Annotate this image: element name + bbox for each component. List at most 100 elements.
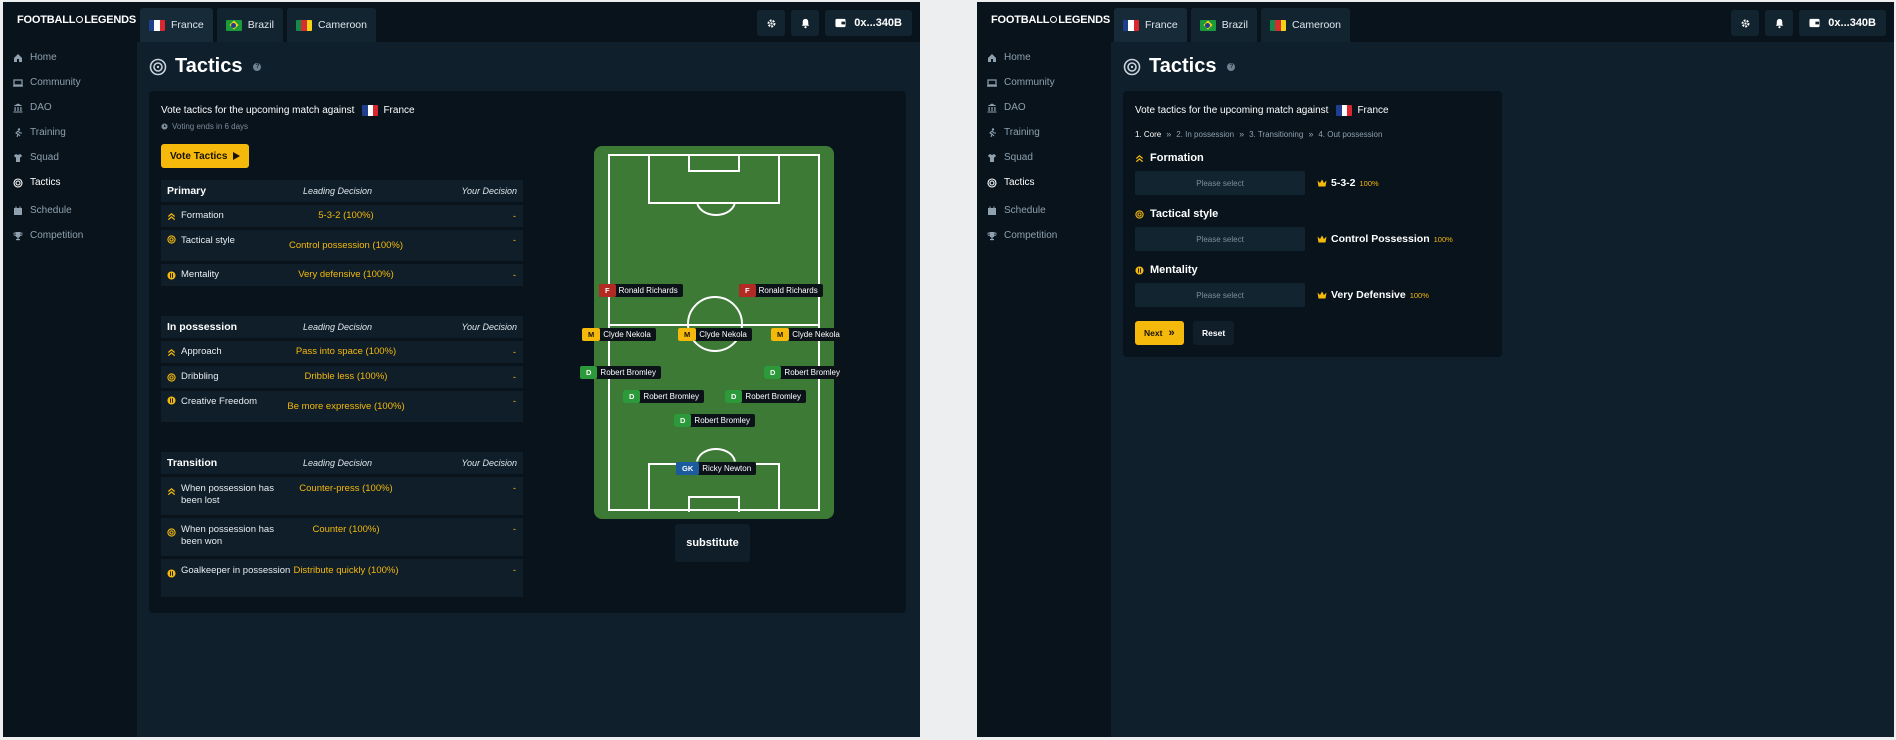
- sidebar: Home Community DAO Training Squad Tactic…: [977, 42, 1111, 737]
- section-transition: Transition Leading Decision Your Decision …: [161, 452, 523, 600]
- bank-icon: [13, 103, 23, 112]
- player-defender[interactable]: D Robert Bromley: [580, 366, 661, 379]
- chevrons-right-icon: »: [1168, 327, 1175, 339]
- wallet-button[interactable]: 0x...340B: [825, 10, 912, 36]
- sidebar-item-competition[interactable]: Competition: [977, 223, 1111, 248]
- chevrons-up-icon: [167, 212, 176, 220]
- tactical-style-select[interactable]: Please select: [1135, 227, 1305, 251]
- logo[interactable]: FOOTBALL LEGENDS: [17, 14, 136, 26]
- sidebar-item-schedule[interactable]: Schedule: [3, 198, 137, 223]
- logo[interactable]: FOOTBALL LEGENDS: [991, 14, 1110, 26]
- home-icon: [14, 53, 22, 62]
- sidebar-item-squad[interactable]: Squad: [3, 145, 137, 170]
- next-button[interactable]: Next»: [1135, 321, 1184, 345]
- sidebar-item-community[interactable]: Community: [3, 70, 137, 95]
- table-row[interactable]: Approach Pass into space (100%) -: [161, 341, 523, 363]
- sidebar-item-home[interactable]: Home: [977, 45, 1111, 70]
- table-row[interactable]: Goalkeeper in possession Distribute quic…: [161, 559, 523, 597]
- run-icon: [989, 127, 996, 137]
- vote-wizard-panel: Vote tactics for the upcoming match agai…: [1123, 91, 1502, 357]
- table-row[interactable]: Formation 5-3-2 (100%) -: [161, 205, 523, 227]
- sidebar-item-dao[interactable]: DAO: [977, 95, 1111, 120]
- player-forward[interactable]: F Ronald Richards: [599, 284, 683, 297]
- table-row[interactable]: Dribbling Dribble less (100%) -: [161, 366, 523, 388]
- sidebar-item-tactics[interactable]: Tactics: [977, 170, 1111, 195]
- help-icon[interactable]: ?: [253, 62, 262, 71]
- player-goalkeeper[interactable]: GK Ricky Newton: [676, 462, 757, 475]
- step-in-possession[interactable]: 2. In possession: [1176, 130, 1234, 139]
- crown-icon: [1317, 235, 1327, 243]
- trophy-icon: [13, 231, 23, 240]
- topbar: FOOTBALL LEGENDS France Brazil Cameroon 0…: [977, 2, 1894, 42]
- sidebar-item-community[interactable]: Community: [977, 70, 1111, 95]
- player-defender[interactable]: D Robert Bromley: [764, 366, 845, 379]
- target-icon: [1123, 58, 1141, 75]
- vote-prompt: Vote tactics for the upcoming match agai…: [1135, 105, 1389, 116]
- target-icon: [987, 177, 997, 188]
- settings-button[interactable]: [1731, 10, 1760, 36]
- chevrons-up-icon: [1135, 154, 1144, 162]
- notifications-button[interactable]: [1765, 10, 1794, 36]
- formation-select[interactable]: Please select: [1135, 171, 1305, 195]
- leading-decision: Very Defensive 100%: [1317, 283, 1429, 307]
- table-row[interactable]: Creative Freedom Be more expressive (100…: [161, 391, 523, 422]
- calendar-icon: [14, 206, 22, 215]
- wallet-icon: [835, 18, 846, 28]
- sidebar-item-training[interactable]: Training: [3, 120, 137, 145]
- notifications-button[interactable]: [791, 10, 820, 36]
- target-icon: [167, 235, 176, 244]
- chevrons-right-icon: »: [1239, 129, 1245, 139]
- sidebar-item-competition[interactable]: Competition: [3, 223, 137, 248]
- sidebar-item-dao[interactable]: DAO: [3, 95, 137, 120]
- help-icon[interactable]: ?: [1227, 62, 1236, 71]
- step-transitioning[interactable]: 3. Transitioning: [1249, 130, 1303, 139]
- sidebar-item-schedule[interactable]: Schedule: [977, 198, 1111, 223]
- tab-france[interactable]: France: [1114, 8, 1187, 42]
- monitor-icon: [13, 78, 23, 87]
- player-defender[interactable]: D Robert Bromley: [674, 414, 755, 427]
- cameroon-flag-icon: [1269, 19, 1286, 31]
- play-icon: [233, 152, 241, 160]
- reset-button[interactable]: Reset: [1193, 321, 1235, 345]
- table-row[interactable]: When possession has been won Counter (10…: [161, 518, 523, 556]
- tab-brazil[interactable]: Brazil: [216, 8, 283, 42]
- sidebar-item-training[interactable]: Training: [977, 120, 1111, 145]
- tab-cameroon[interactable]: Cameroon: [286, 8, 376, 42]
- formation-field: Formation Please select 5-3-2 100%: [1135, 151, 1495, 195]
- sidebar-item-squad[interactable]: Squad: [977, 145, 1111, 170]
- page-title: Tactics?: [149, 55, 262, 78]
- vote-tactics-button[interactable]: Vote Tactics: [161, 144, 250, 168]
- player-midfielder[interactable]: M Clyde Nekola: [582, 328, 656, 341]
- settings-button[interactable]: [757, 10, 786, 36]
- step-core[interactable]: 1. Core: [1135, 130, 1161, 139]
- step-out-possession[interactable]: 4. Out possession: [1318, 130, 1382, 139]
- target-icon: [1135, 209, 1144, 219]
- table-row[interactable]: Mentality Very defensive (100%) -: [161, 264, 523, 286]
- tab-france[interactable]: France: [140, 8, 213, 42]
- target-icon: [149, 58, 167, 75]
- sidebar-item-tactics[interactable]: Tactics: [3, 170, 137, 195]
- player-midfielder[interactable]: M Clyde Nekola: [678, 328, 752, 341]
- topbar: FOOTBALL LEGENDS France Brazil Cameroon 0…: [3, 2, 920, 42]
- chevrons-right-icon: »: [1166, 129, 1172, 139]
- substitute-button[interactable]: substitute: [675, 524, 750, 562]
- player-defender[interactable]: D Robert Bromley: [623, 390, 704, 403]
- wizard-steps: 1. Core » 2. In possession » 3. Transiti…: [1135, 129, 1382, 139]
- home-icon: [988, 53, 996, 62]
- player-forward[interactable]: F Ronald Richards: [739, 284, 823, 297]
- shirt-icon: [988, 153, 996, 162]
- sidebar-item-home[interactable]: Home: [3, 45, 137, 70]
- player-midfielder[interactable]: M Clyde Nekola: [771, 328, 845, 341]
- wallet-button[interactable]: 0x...340B: [1799, 10, 1886, 36]
- mentality-select[interactable]: Please select: [1135, 283, 1305, 307]
- player-defender[interactable]: D Robert Bromley: [725, 390, 806, 403]
- tab-cameroon[interactable]: Cameroon: [1260, 8, 1350, 42]
- gear-icon: [1741, 19, 1750, 27]
- section-primary: Primary Leading Decision Your Decision For…: [161, 180, 523, 289]
- tab-brazil[interactable]: Brazil: [1190, 8, 1257, 42]
- france-flag-icon: [1123, 19, 1139, 31]
- tactics-panel: Vote tactics for the upcoming match agai…: [149, 91, 906, 613]
- table-row[interactable]: Tactical style Control possession (100%)…: [161, 230, 523, 261]
- table-row[interactable]: When possession has been lost Counter-pr…: [161, 477, 523, 515]
- brazil-flag-icon: [1199, 19, 1216, 31]
